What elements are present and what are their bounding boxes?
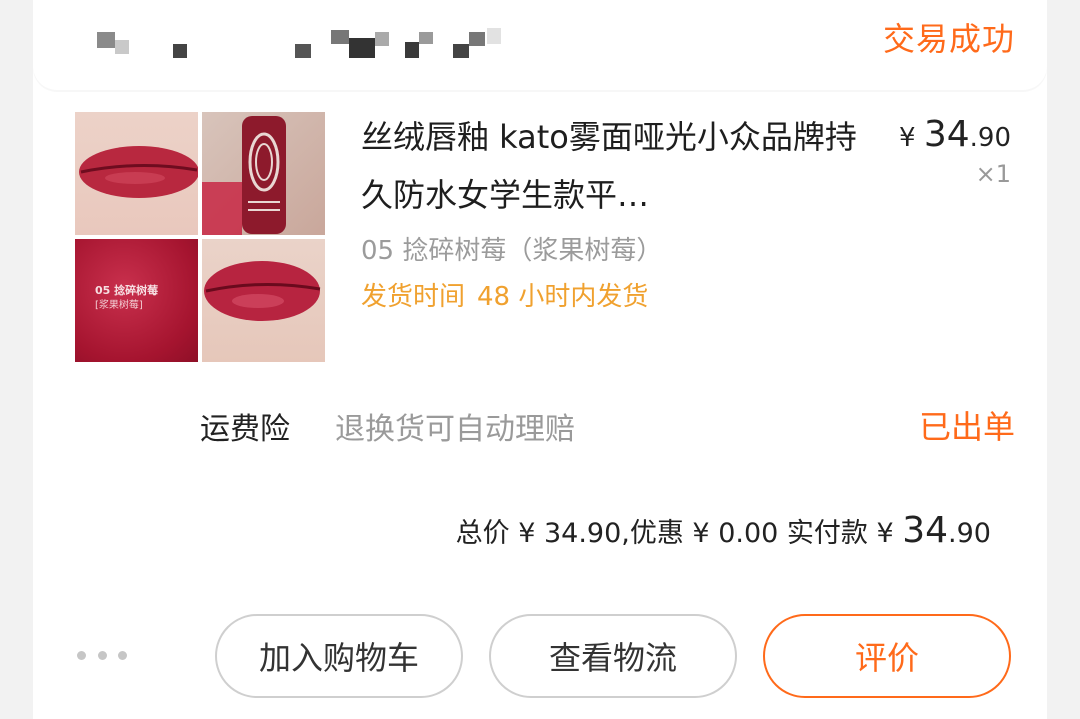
price-symbol: ¥ bbox=[899, 123, 916, 153]
product-variant: 05 捻碎树莓（浆果树莓） bbox=[361, 236, 663, 266]
order-card: 交易成功 05 捻碎树莓 [浆果树莓] 丝绒唇釉 kato雾面哑光小众品牌持久防… bbox=[33, 0, 1047, 719]
order-total: 总价 ¥ 34.90,优惠 ¥ 0.00 实付款 ¥ 34.90 bbox=[456, 510, 991, 551]
product-tube-photo bbox=[202, 112, 325, 235]
review-button[interactable]: 评价 bbox=[763, 614, 1011, 698]
lip-photo-bottom bbox=[202, 239, 325, 362]
swatch-sublabel: [浆果树莓] bbox=[95, 300, 143, 311]
insurance-description: 退换货可自动理赔 bbox=[335, 412, 575, 447]
paid-integer: 34 bbox=[902, 510, 949, 551]
insurance-label: 运费险 bbox=[200, 412, 290, 447]
shipping-value: 48 小时内发货 bbox=[477, 282, 649, 312]
product-price: ¥ 34.90 bbox=[899, 114, 1011, 155]
shop-name-redacted-tail bbox=[487, 28, 501, 44]
product-title[interactable]: 丝绒唇釉 kato雾面哑光小众品牌持久防水女学生款平… bbox=[361, 108, 861, 224]
product-thumbnail[interactable]: 05 捻碎树莓 [浆果树莓] bbox=[75, 112, 325, 362]
insurance-status[interactable]: 已出单 bbox=[919, 402, 1015, 448]
lip-photo-top bbox=[75, 112, 198, 235]
swatch-label: 05 捻碎树莓 bbox=[95, 284, 159, 297]
order-status: 交易成功 bbox=[882, 20, 1015, 58]
shop-name-redacted[interactable] bbox=[69, 24, 509, 64]
view-logistics-button[interactable]: 查看物流 bbox=[489, 614, 737, 698]
more-options-icon[interactable] bbox=[77, 640, 127, 670]
product-quantity: ×1 bbox=[975, 160, 1011, 188]
shipping-label: 发货时间 bbox=[361, 282, 466, 312]
color-swatch: 05 捻碎树莓 [浆果树莓] bbox=[75, 239, 198, 362]
paid-decimal: .90 bbox=[948, 518, 991, 549]
total-breakdown: 总价 ¥ 34.90,优惠 ¥ 0.00 实付款 ¥ bbox=[455, 518, 903, 549]
price-integer: 34 bbox=[923, 114, 970, 155]
shop-header: 交易成功 bbox=[33, 0, 1047, 90]
shipping-time: 发货时间 48 小时内发货 bbox=[361, 276, 648, 313]
add-to-cart-button[interactable]: 加入购物车 bbox=[215, 614, 463, 698]
price-decimal: .90 bbox=[969, 123, 1011, 153]
